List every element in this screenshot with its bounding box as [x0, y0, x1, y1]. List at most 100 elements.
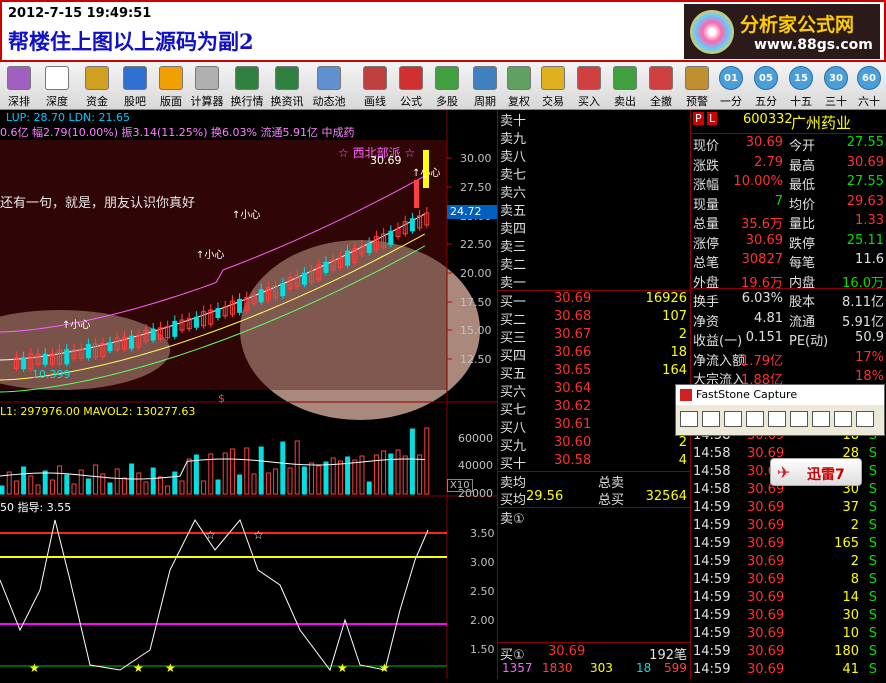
sell-level-row[interactable]: 卖八: [498, 146, 691, 165]
toolbar-button-label: 预警: [686, 95, 708, 108]
sell-level-label: 卖六: [500, 186, 527, 201]
buy-level-volume: 4: [678, 453, 687, 468]
buy-level-row[interactable]: 买十 30.58 4: [498, 453, 691, 472]
toolbar-button-1[interactable]: 深度: [38, 64, 76, 108]
toolbar-button-13[interactable]: 复权: [500, 64, 538, 108]
faststone-title: FastStone Capture: [676, 385, 884, 405]
toolbar-button-17[interactable]: 全撤: [642, 64, 680, 108]
page-title: 帮楼住上图以上源码为副2: [8, 29, 254, 54]
price-tick-label: 27.50: [460, 181, 492, 194]
buy-level-row[interactable]: 买四 30.66 18: [498, 345, 691, 364]
volume-bar: [417, 454, 423, 495]
toolbar-button-label: 深排: [8, 95, 30, 108]
buy-level-price: 30.67: [554, 327, 592, 342]
candle-body: [21, 357, 27, 370]
quote-label: 涨跌: [693, 158, 720, 174]
settings-icon[interactable]: [834, 411, 852, 427]
sell-level-row[interactable]: 卖七: [498, 164, 691, 183]
tick-time: 14:59: [693, 608, 731, 623]
buy-level-row[interactable]: 买三 30.67 2: [498, 327, 691, 346]
bottom-stat: 303: [590, 661, 613, 675]
buy-level-row[interactable]: 买九 30.60 2: [498, 435, 691, 454]
toolbar-button-11[interactable]: 多股: [428, 64, 466, 108]
toolbar-button-10[interactable]: 公式: [392, 64, 430, 108]
sell-level-row[interactable]: 卖四: [498, 218, 691, 237]
kline-chart[interactable]: 30.0027.5025.0022.5020.0017.5015.0012.50…: [0, 110, 497, 679]
star-marker: ★: [379, 661, 390, 675]
sell-level-row[interactable]: 卖二: [498, 254, 691, 273]
toolbar-button-3[interactable]: 股吧: [116, 64, 154, 108]
buy-level-row[interactable]: 买二 30.68 107: [498, 309, 691, 328]
quote-value: 6.03%: [741, 291, 783, 306]
tick-volume: 37: [842, 500, 859, 515]
capture-rect-icon[interactable]: [724, 411, 742, 427]
sell-level-row[interactable]: 卖三: [498, 236, 691, 255]
volume-bar: [28, 475, 34, 495]
quote-label: 流通: [789, 314, 816, 330]
period-button-2[interactable]: 15 十五: [784, 64, 818, 108]
toolbar-button-15[interactable]: 买入: [570, 64, 608, 108]
sell-level-row[interactable]: 卖一: [498, 272, 691, 291]
site-logo[interactable]: 分析家公式网 www.88gs.com: [684, 4, 880, 59]
bottom-stat: 599: [664, 661, 687, 675]
xunlei-popup[interactable]: ✈ 迅雷7: [770, 458, 862, 486]
quote-value: 50.9: [855, 330, 884, 345]
period-button-3[interactable]: 30 三十: [819, 64, 853, 108]
capture-region-icon[interactable]: [702, 411, 720, 427]
buy-level-row[interactable]: 买一 30.69 16926: [498, 291, 691, 310]
buy-level-row[interactable]: 买八 30.61: [498, 417, 691, 436]
quote-label: 现价: [693, 139, 720, 154]
quote-label: 股本: [789, 295, 816, 310]
toolbar-button-4[interactable]: 版面: [152, 64, 190, 108]
tick-time: 14:59: [693, 536, 731, 551]
toolbar-button-label: 交易: [542, 95, 564, 108]
faststone-capture-window[interactable]: FastStone Capture: [675, 384, 885, 436]
candle-body: [345, 250, 351, 266]
xunlei-label: 迅雷7: [807, 467, 845, 483]
help-icon[interactable]: [856, 411, 874, 427]
buy-level-row[interactable]: 买六 30.64: [498, 381, 691, 400]
sell-level-row[interactable]: 卖六: [498, 182, 691, 201]
stock-name: 广州药业: [791, 114, 852, 132]
tick-time: 14:58: [693, 482, 731, 497]
tick-volume: 41: [842, 662, 859, 677]
price-tick-label: 22.50: [460, 238, 492, 251]
period-button-1[interactable]: 05 五分: [749, 64, 783, 108]
quote-value: 1.79亿: [741, 353, 783, 369]
toolbar-button-2[interactable]: 资金: [78, 64, 116, 108]
capture-full-icon[interactable]: [768, 411, 786, 427]
sell-level-row[interactable]: 卖五: [498, 200, 691, 219]
capture-object-icon[interactable]: [812, 411, 830, 427]
quote-label: 均价: [789, 197, 816, 213]
buy-level-label: 买八: [500, 421, 527, 436]
sell-level-row[interactable]: 卖九: [498, 128, 691, 147]
volume-bar: [352, 459, 358, 495]
toolbar-button-9[interactable]: 画线: [356, 64, 394, 108]
buy1-row[interactable]: 买① 30.69 192笔: [498, 644, 691, 663]
sell1-row[interactable]: 卖①: [498, 508, 691, 527]
sell-level-row[interactable]: 卖十: [498, 110, 691, 129]
toolbar-button-6[interactable]: 换行情: [228, 64, 266, 108]
price-tick-label: 17.50: [460, 296, 492, 309]
buy-level-row[interactable]: 买七 30.62: [498, 399, 691, 418]
toolbar-button-12[interactable]: 周期: [466, 64, 504, 108]
period-label: 六十: [858, 95, 880, 108]
capture-scroll-icon[interactable]: [790, 411, 808, 427]
buy-level-row[interactable]: 买五 30.65 164: [498, 363, 691, 382]
toolbar-button-0[interactable]: 深排: [0, 64, 38, 108]
stock-info-line: 0.6亿 幅2.79(10.00%) 振3.14(11.25%) 换6.03% …: [0, 126, 355, 139]
toolbar-button-18[interactable]: 预警: [678, 64, 716, 108]
quote-row: 净流入额 1.79亿 17%: [691, 350, 886, 369]
toolbar-button-label: 公式: [400, 95, 422, 108]
period-button-0[interactable]: 01 一分: [714, 64, 748, 108]
tick-volume: 8: [850, 572, 859, 587]
toolbar-button-16[interactable]: 卖出: [606, 64, 644, 108]
toolbar-button-7[interactable]: 换资讯: [268, 64, 306, 108]
toolbar-button-14[interactable]: 交易: [534, 64, 572, 108]
toolbar-button-5[interactable]: 计算器: [188, 64, 226, 108]
capture-window-icon[interactable]: [680, 411, 698, 427]
star-marker: ☆: [205, 528, 216, 542]
period-button-4[interactable]: 60 六十: [852, 64, 886, 108]
toolbar-button-8[interactable]: 动态池: [310, 64, 348, 108]
capture-freehand-icon[interactable]: [746, 411, 764, 427]
